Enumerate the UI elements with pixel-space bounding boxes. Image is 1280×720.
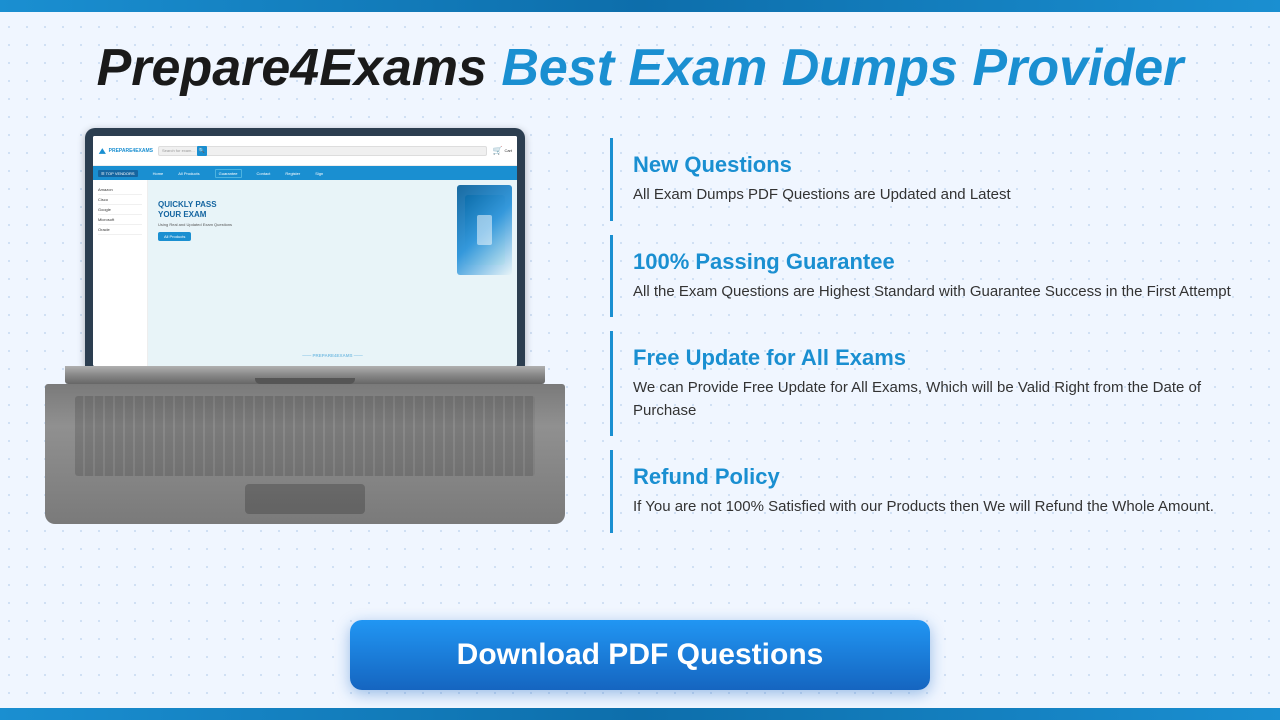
laptop-wrapper: PREPARE4EXAMS Search for exam... 🔍 🛒 Car… xyxy=(45,128,565,524)
screen-hero-text: QUICKLY PASSYOUR EXAM Using Real and Upd… xyxy=(158,200,232,241)
screen-search-bar: Search for exam... 🔍 xyxy=(158,146,487,156)
feature-new-questions: New Questions All Exam Dumps PDF Questio… xyxy=(610,138,1240,221)
screen-body: Amazon Cisco Google Microsoft Oracle QUI… xyxy=(93,180,517,366)
laptop-touchpad xyxy=(245,484,365,514)
screen-sidebar-amazon: Amazon xyxy=(98,185,142,195)
screen-cart: 🛒 Cart xyxy=(492,146,512,155)
feature-refund-policy: Refund Policy If You are not 100% Satisf… xyxy=(610,450,1240,533)
screen-product-figure xyxy=(477,215,492,245)
bottom-accent-bar xyxy=(0,708,1280,720)
screen-cart-text: Cart xyxy=(504,148,512,153)
screen-logo-text: PREPARE4EXAMS xyxy=(109,148,153,154)
feature-free-update: Free Update for All Exams We can Provide… xyxy=(610,331,1240,436)
laptop-screen-container: PREPARE4EXAMS Search for exam... 🔍 🛒 Car… xyxy=(85,128,525,366)
screen-topnav-guarantee: Guarantee xyxy=(215,169,242,178)
screen-topnav-products: All Products xyxy=(178,171,199,176)
screen-search-button: 🔍 xyxy=(197,146,207,156)
top-accent-bar xyxy=(0,0,1280,12)
feature-passing-title: 100% Passing Guarantee xyxy=(633,249,1240,275)
screen-sidebar-oracle: Oracle xyxy=(98,225,142,235)
screen-sidebar: Amazon Cisco Google Microsoft Oracle xyxy=(93,180,148,366)
screen-watermark: —— PREPARE4EXAMS —— xyxy=(302,353,362,358)
download-section: Download PDF Questions xyxy=(40,620,1240,690)
screen-product-box xyxy=(457,185,512,275)
screen-search-placeholder: Search for exam... xyxy=(162,148,195,153)
feature-refund-desc: If You are not 100% Satisfied with our P… xyxy=(633,496,1240,519)
feature-passing-desc: All the Exam Questions are Highest Stand… xyxy=(633,281,1240,304)
screen-sidebar-cisco: Cisco xyxy=(98,195,142,205)
laptop-keyboard xyxy=(75,396,535,476)
screen-logo-icon xyxy=(98,146,107,156)
screen-topnav: ☰ TOP VENDORS Home All Products Guarante… xyxy=(93,166,517,180)
feature-update-title: Free Update for All Exams xyxy=(633,345,1240,371)
header-title: Prepare4Exams Best Exam Dumps Provider xyxy=(97,39,1184,97)
screen-topnav-contact: Contact xyxy=(257,171,271,176)
laptop-screen: PREPARE4EXAMS Search for exam... 🔍 🛒 Car… xyxy=(93,136,517,366)
screen-topnav-vendors: ☰ TOP VENDORS xyxy=(98,170,138,177)
screen-cart-icon: 🛒 xyxy=(492,146,502,155)
screen-sidebar-microsoft: Microsoft xyxy=(98,215,142,225)
screen-hero-title: QUICKLY PASSYOUR EXAM xyxy=(158,200,232,219)
screen-topnav-register: Register xyxy=(285,171,300,176)
feature-passing-guarantee: 100% Passing Guarantee All the Exam Ques… xyxy=(610,235,1240,318)
screen-product-visual xyxy=(465,195,505,265)
screen-topnav-home: Home xyxy=(153,171,164,176)
screen-hero-button: All Products xyxy=(158,232,191,241)
feature-update-desc: We can Provide Free Update for All Exams… xyxy=(633,377,1240,422)
screen-sidebar-google: Google xyxy=(98,205,142,215)
screen-content: PREPARE4EXAMS Search for exam... 🔍 🛒 Car… xyxy=(93,136,517,366)
header: Prepare4Exams Best Exam Dumps Provider xyxy=(40,38,1240,98)
main-container: Prepare4Exams Best Exam Dumps Provider xyxy=(0,0,1280,720)
laptop-hinge xyxy=(65,366,545,384)
screen-nav: PREPARE4EXAMS Search for exam... 🔍 🛒 Car… xyxy=(93,136,517,166)
content-area: PREPARE4EXAMS Search for exam... 🔍 🛒 Car… xyxy=(40,128,1240,600)
laptop-keyboard-area xyxy=(45,384,565,524)
feature-refund-title: Refund Policy xyxy=(633,464,1240,490)
features-section: New Questions All Exam Dumps PDF Questio… xyxy=(610,128,1240,547)
feature-new-questions-title: New Questions xyxy=(633,152,1240,178)
feature-new-questions-desc: All Exam Dumps PDF Questions are Updated… xyxy=(633,184,1240,207)
download-pdf-button[interactable]: Download PDF Questions xyxy=(350,620,930,690)
screen-topnav-sign: Sign xyxy=(315,171,323,176)
screen-hero-subtitle: Using Real and Updated Exam Questions xyxy=(158,222,232,227)
laptop-section: PREPARE4EXAMS Search for exam... 🔍 🛒 Car… xyxy=(40,128,570,524)
screen-logo: PREPARE4EXAMS xyxy=(98,146,153,156)
screen-main: QUICKLY PASSYOUR EXAM Using Real and Upd… xyxy=(148,180,517,366)
